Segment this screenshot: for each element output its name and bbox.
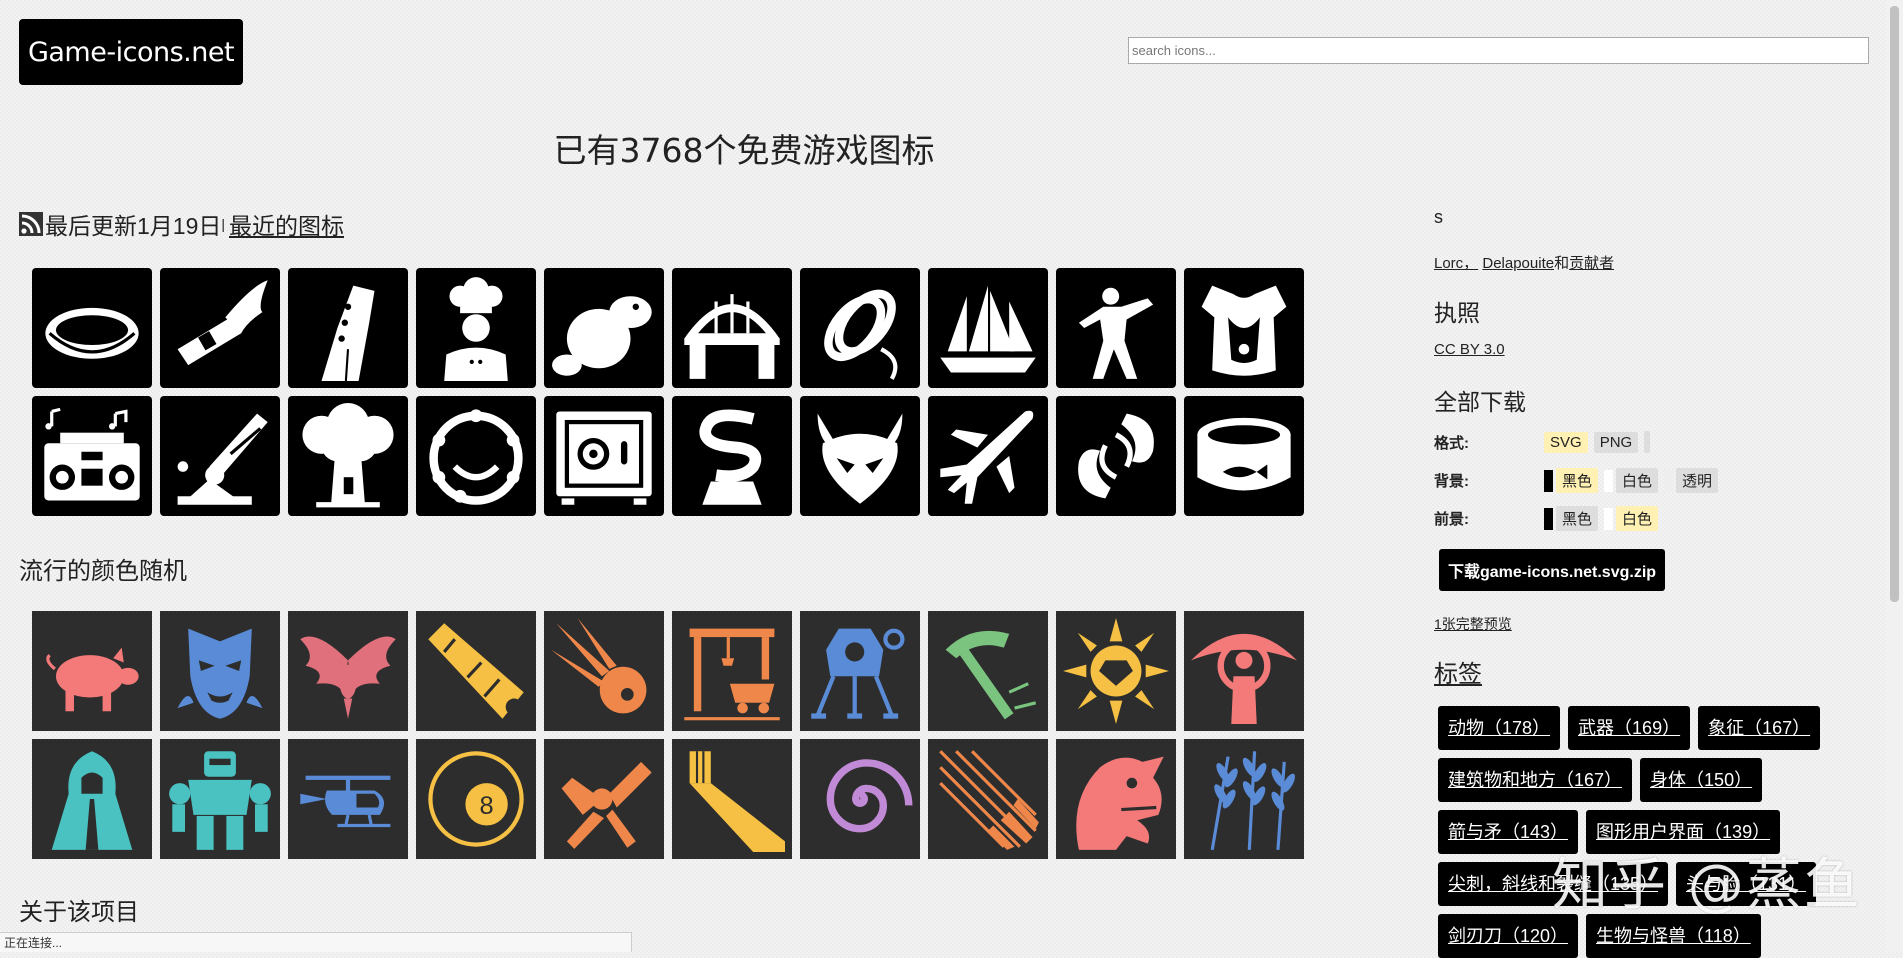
window-beam-icon[interactable]	[672, 739, 792, 859]
author-delapouite-link[interactable]: Delapouite	[1482, 255, 1554, 272]
canned-fish-icon[interactable]	[1184, 396, 1304, 516]
about-section-title: 关于该项目	[19, 898, 139, 926]
authors-and: 和	[1554, 255, 1570, 272]
boombox-icon[interactable]	[32, 396, 152, 516]
spyglass-icon[interactable]	[416, 611, 536, 731]
serpent-pedestal-icon[interactable]	[672, 396, 792, 516]
guitar-head-icon[interactable]	[288, 268, 408, 388]
format-png-option[interactable]: PNG	[1593, 431, 1639, 453]
background-label: 背景:	[1434, 473, 1469, 490]
background-transparent-option[interactable]: 透明	[1676, 468, 1719, 493]
pig-icon[interactable]	[32, 611, 152, 731]
search-input[interactable]	[1128, 37, 1869, 64]
recent-icons-link[interactable]: 最近的图标	[229, 207, 344, 241]
download-title: 全部下载	[1434, 390, 1526, 416]
background-black-option[interactable]: 黑色	[1556, 468, 1599, 493]
tag-weapon[interactable]: 武器（169）	[1568, 706, 1691, 750]
eight-ball-icon[interactable]: 8	[416, 739, 536, 859]
background-options: 背景: 黑色 白色 透明	[1434, 468, 1724, 493]
white-swatch	[1604, 469, 1614, 492]
tree-house-icon[interactable]	[288, 396, 408, 516]
page-headline: 已有3768个免费游戏图标	[553, 131, 935, 170]
beaver-icon[interactable]	[544, 268, 664, 388]
author-lorc-link[interactable]: Lorc，	[1434, 255, 1478, 272]
foreground-white-option[interactable]: 白色	[1616, 506, 1659, 531]
white-swatch	[1604, 507, 1614, 530]
foreground-black-option[interactable]: 黑色	[1556, 506, 1599, 531]
black-swatch	[1544, 469, 1553, 492]
spiral-snake-icon[interactable]	[800, 739, 920, 859]
robot-golem-icon[interactable]	[160, 739, 280, 859]
eye-figure-icon[interactable]	[1184, 611, 1304, 731]
scrollbar-thumb[interactable]	[1890, 6, 1899, 602]
koi-fish-icon[interactable]	[1056, 396, 1176, 516]
format-svg-option[interactable]: SVG	[1544, 431, 1588, 453]
cuirass-icon[interactable]	[1184, 268, 1304, 388]
lunar-lander-icon[interactable]	[800, 611, 920, 731]
black-swatch	[1544, 507, 1553, 530]
bridge-icon[interactable]	[672, 268, 792, 388]
svg-text:8: 8	[480, 792, 494, 820]
hooded-figure-icon[interactable]	[32, 739, 152, 859]
status-bar: 正在连接...	[0, 932, 632, 952]
safe-icon[interactable]	[544, 396, 664, 516]
format-extra-option[interactable]	[1644, 431, 1651, 453]
page-scrollbar[interactable]	[1886, 0, 1903, 952]
format-options: 格式: SVG PNG	[1434, 431, 1656, 453]
watermark: 知乎 @蒸鱼	[1552, 853, 1862, 918]
license-title: 执照	[1434, 301, 1480, 327]
comet-icon[interactable]	[544, 611, 664, 731]
license-link[interactable]: CC BY 3.0	[1434, 341, 1505, 358]
popular-section-title: 流行的颜色随机	[19, 557, 187, 585]
pickaxe-icon[interactable]	[928, 611, 1048, 731]
tag-body[interactable]: 身体（150）	[1640, 758, 1763, 802]
tag-buildings-places[interactable]: 建筑物和地方（167）	[1438, 758, 1633, 802]
download-zip-button[interactable]: 下载game-icons.net.svg.zip	[1439, 549, 1666, 591]
boxer-icon[interactable]	[1056, 268, 1176, 388]
rope-coil-icon[interactable]	[800, 268, 920, 388]
format-label: 格式:	[1434, 434, 1469, 452]
wheat-icon[interactable]	[1184, 739, 1304, 859]
mine-cart-icon[interactable]	[672, 611, 792, 731]
sailing-ship-icon[interactable]	[928, 268, 1048, 388]
broken-bone-icon[interactable]	[544, 739, 664, 859]
last-updated-text: 最后更新1月19日	[45, 213, 222, 239]
siege-cannon-icon[interactable]	[160, 396, 280, 516]
transparent-swatch	[1664, 469, 1674, 492]
airplane-icon[interactable]	[928, 396, 1048, 516]
phoenix-icon[interactable]	[288, 611, 408, 731]
site-logo[interactable]: Game-icons.net	[19, 19, 243, 85]
tag-animal[interactable]: 动物（178）	[1438, 706, 1561, 750]
recent-icons-grid	[32, 268, 1304, 516]
tags-title[interactable]: 标签	[1434, 654, 1482, 689]
contributors-link[interactable]: 贡献者	[1569, 255, 1614, 272]
arrow-flights-icon[interactable]	[928, 739, 1048, 859]
clam-icon[interactable]	[32, 268, 152, 388]
winged-arm-icon[interactable]	[160, 268, 280, 388]
tag-symbol[interactable]: 象征（167）	[1698, 706, 1821, 750]
horned-mask-icon[interactable]	[800, 396, 920, 516]
cook-icon[interactable]	[416, 268, 536, 388]
sun-gem-icon[interactable]	[1056, 611, 1176, 731]
sidebar-letter: s	[1434, 207, 1443, 227]
full-preview-link[interactable]: 1张完整预览	[1434, 614, 1512, 634]
authors-line: Lorc， Delapouite和贡献者	[1434, 252, 1614, 273]
foreground-label: 前景:	[1434, 511, 1469, 528]
update-line: 最后更新1月19日 | 最近的图标	[19, 207, 344, 241]
helicopter-icon[interactable]	[288, 739, 408, 859]
background-white-option[interactable]: 白色	[1616, 468, 1659, 493]
popular-icons-grid: 8	[32, 611, 1304, 859]
foreground-options: 前景: 黑色 白色	[1434, 506, 1664, 531]
rss-icon[interactable]	[19, 212, 43, 236]
dragon-head-icon[interactable]	[1056, 739, 1176, 859]
separator: |	[221, 216, 226, 232]
tambourine-icon[interactable]	[416, 396, 536, 516]
vampire-icon[interactable]	[160, 611, 280, 731]
